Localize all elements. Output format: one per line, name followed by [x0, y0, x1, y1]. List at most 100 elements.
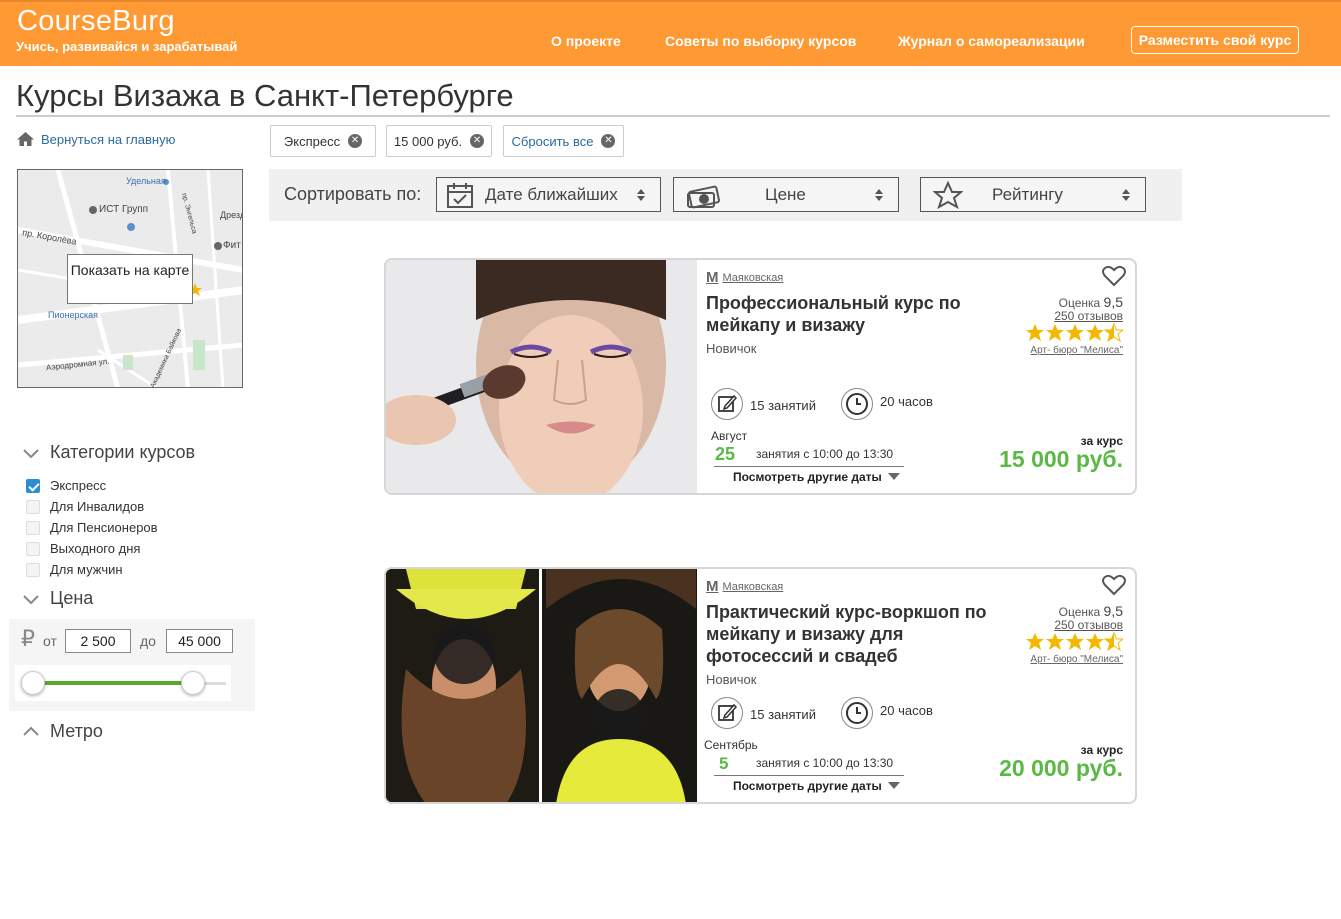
- category-weekend[interactable]: Выходного дня: [26, 541, 140, 556]
- price-slider-max-handle[interactable]: [181, 671, 205, 695]
- schedule-text: занятия с 10:00 до 13:30: [756, 756, 894, 770]
- star-icon: [1046, 324, 1064, 341]
- chip-label: 15 000 руб.: [393, 133, 463, 149]
- heart-icon[interactable]: [1102, 574, 1126, 596]
- rating-stars: [1026, 323, 1123, 343]
- filter-reset-all[interactable]: Сбросить все ✕: [503, 125, 624, 157]
- close-icon[interactable]: ✕: [470, 134, 485, 148]
- map-label-fit: Фит: [223, 240, 241, 251]
- metro-label: Маяковская: [722, 271, 784, 284]
- sort-by-price[interactable]: Цене: [673, 177, 899, 212]
- price-title: Цена: [50, 588, 94, 608]
- sort-by-rating[interactable]: Рейтингу: [920, 177, 1146, 212]
- course-title[interactable]: Профессиональный курс по мейкапу и визаж…: [706, 292, 1006, 336]
- price-toggle[interactable]: Цена: [22, 588, 93, 609]
- checkbox-checked[interactable]: [26, 478, 40, 493]
- hours-icon-wrap: [841, 697, 873, 729]
- chip-label: Экспресс: [283, 133, 341, 149]
- star-icon: [1086, 633, 1104, 650]
- course-title[interactable]: Практический курс-воркшоп по мейкапу и в…: [706, 601, 996, 667]
- dates-divider: [714, 775, 904, 776]
- metro-icon: M: [706, 269, 719, 286]
- school-link[interactable]: Арт- бюро "Мелиса": [1030, 345, 1123, 356]
- map-preview[interactable]: Удельная ИСТ Групп пр. Королёва Фит Пион…: [17, 169, 243, 388]
- checkbox[interactable]: [26, 541, 40, 556]
- checkbox[interactable]: [26, 499, 40, 514]
- nav-about[interactable]: О проекте: [551, 33, 621, 49]
- course-card[interactable]: M Маяковская Профессиональный курс по ме…: [384, 258, 1137, 495]
- close-icon[interactable]: ✕: [348, 134, 363, 148]
- lessons-count: 15 занятий: [750, 707, 816, 722]
- show-on-map-button[interactable]: Показать на карте: [67, 254, 193, 304]
- edit-icon: [718, 703, 738, 721]
- price-slider-range: [33, 681, 193, 685]
- map-label-ist: ИСТ Групп: [99, 204, 149, 215]
- category-label: Выходного дня: [50, 541, 141, 556]
- star-icon: [1046, 633, 1064, 650]
- lessons-icon-wrap: [711, 388, 743, 420]
- start-month: Август: [711, 429, 748, 443]
- course-reviews-link[interactable]: 250 отзывов: [1054, 618, 1123, 632]
- heart-icon[interactable]: [1102, 265, 1126, 287]
- map-label-drezd: Дрезд: [220, 210, 243, 220]
- course-photo[interactable]: [386, 260, 697, 495]
- filter-chip-express[interactable]: Экспресс ✕: [270, 125, 376, 157]
- checkbox[interactable]: [26, 520, 40, 535]
- course-card[interactable]: M Маяковская Практический курс-воркшоп п…: [384, 567, 1137, 804]
- other-dates-toggle[interactable]: Посмотреть другие даты: [733, 779, 900, 793]
- close-icon[interactable]: ✕: [601, 134, 616, 148]
- filter-chip-price[interactable]: 15 000 руб. ✕: [386, 125, 492, 157]
- reset-label: Сбросить все: [511, 133, 594, 149]
- rating-value: 9,5: [1103, 603, 1123, 619]
- site-logo[interactable]: CourseBurg: [17, 5, 175, 38]
- money-icon: [687, 185, 720, 208]
- course-reviews-link[interactable]: 250 отзывов: [1054, 309, 1123, 323]
- chevron-down-icon: [23, 448, 39, 458]
- nav-tips[interactable]: Советы по выборку курсов: [665, 33, 856, 49]
- star-half-icon: [1103, 632, 1123, 652]
- chevron-up-icon: [23, 726, 39, 736]
- back-home-link[interactable]: Вернуться на главную: [16, 131, 175, 147]
- category-label: Для Пенсионеров: [50, 520, 158, 535]
- course-photo[interactable]: [386, 569, 697, 804]
- nav-journal[interactable]: Журнал о самореализации: [898, 33, 1085, 49]
- sort-option-label: Рейтингу: [992, 184, 1063, 204]
- sort-option-label: Цене: [765, 184, 806, 204]
- course-price: 20 000 руб.: [999, 755, 1123, 781]
- price-slider-min-handle[interactable]: [21, 671, 45, 695]
- school-link[interactable]: Арт- бюро "Мелиса": [1030, 654, 1123, 665]
- site-tagline: Учись, развивайся и зарабатывай: [16, 39, 238, 54]
- metro-toggle[interactable]: Метро: [22, 721, 103, 742]
- star-icon: [1066, 324, 1084, 341]
- star-icon: [1026, 633, 1044, 650]
- metro-station[interactable]: M Маяковская: [706, 269, 783, 286]
- metro-icon: M: [706, 578, 719, 595]
- category-disabled[interactable]: Для Инвалидов: [26, 499, 144, 514]
- categories-toggle[interactable]: Категории курсов: [22, 442, 195, 463]
- back-home-label: Вернуться на главную: [41, 131, 176, 147]
- course-level: Новичок: [706, 341, 757, 356]
- price-from-input[interactable]: 2 500: [65, 629, 131, 653]
- other-dates-label: Посмотреть другие даты: [733, 779, 882, 793]
- page-title: Курсы Визажа в Санкт-Петербурге: [16, 78, 514, 113]
- site-header: CourseBurg Учись, развивайся и зарабатыв…: [0, 0, 1341, 66]
- hours-count: 20 часов: [880, 703, 933, 718]
- post-course-button[interactable]: Разместить свой курс: [1131, 26, 1299, 54]
- schedule-text: занятия с 10:00 до 13:30: [756, 447, 894, 461]
- caret-down-icon: [887, 473, 900, 480]
- checkbox[interactable]: [26, 562, 40, 577]
- category-men[interactable]: Для мужчин: [26, 562, 123, 577]
- sort-arrows-icon: [875, 189, 883, 201]
- other-dates-toggle[interactable]: Посмотреть другие даты: [733, 470, 900, 484]
- price-to-label: до: [140, 633, 156, 649]
- course-rating: Оценка 9,5: [1059, 603, 1123, 619]
- start-day: 5: [719, 754, 729, 773]
- metro-station[interactable]: M Маяковская: [706, 578, 783, 595]
- sort-by-date[interactable]: Дате ближайших: [436, 177, 661, 212]
- star-icon: [933, 180, 963, 209]
- category-express[interactable]: Экспресс: [26, 478, 106, 493]
- price-to-input[interactable]: 45 000: [166, 629, 233, 653]
- map-label-udelnaya: Удельная: [126, 176, 166, 186]
- category-pensioners[interactable]: Для Пенсионеров: [26, 520, 158, 535]
- caret-down-icon: [887, 782, 900, 789]
